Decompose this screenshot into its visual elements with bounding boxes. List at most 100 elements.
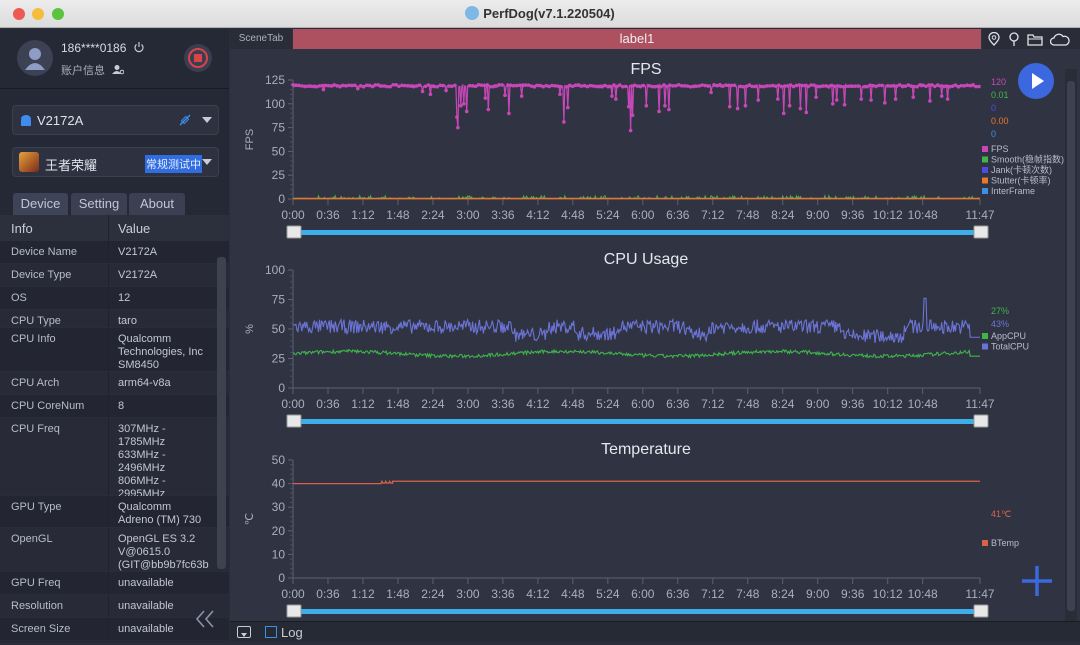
log-checkbox[interactable] (265, 626, 277, 638)
legend-label: BTemp (991, 538, 1019, 548)
x-tick-label: 2:24 (421, 208, 445, 222)
account-panel: 186****0186 账户信息 (0, 29, 229, 89)
fps-point (787, 103, 792, 108)
slider-handle-left[interactable] (286, 225, 302, 239)
fps-point (856, 84, 861, 88)
chevron-down-icon (202, 117, 212, 123)
fps-point (455, 115, 459, 119)
x-tick-label: 4:12 (526, 397, 550, 411)
sidebar: 186****0186 账户信息 V2172A 王者荣耀 常规测试中 Devic… (0, 29, 229, 642)
y-tick-label: 50 (272, 144, 286, 158)
time-range-slider (297, 609, 980, 614)
current-value: 0.00 (991, 116, 1009, 126)
y-tick-label: 0 (278, 192, 285, 206)
x-tick-label: 6:36 (666, 208, 690, 222)
fps-point (834, 98, 839, 102)
header-value: Value (118, 221, 151, 236)
legend-label: TotalCPU (991, 342, 1029, 352)
fps-point (915, 84, 919, 89)
y-axis-label: % (244, 324, 256, 334)
fps-point (753, 84, 758, 89)
x-tick-label: 3:36 (491, 397, 515, 411)
column-divider (108, 418, 109, 495)
table-row: OS 12 (0, 287, 229, 310)
x-tick-label: 7:48 (736, 587, 760, 601)
app-select[interactable]: 王者荣耀 常规测试中 (12, 147, 219, 177)
fps-point (880, 83, 884, 88)
slider-handle-right[interactable] (973, 225, 989, 239)
fps-point (641, 83, 646, 88)
chart-title: Temperature (601, 441, 691, 458)
current-value: 41℃ (991, 509, 1011, 519)
tab-about[interactable]: About (129, 193, 185, 215)
fps-point (503, 93, 507, 98)
device-select-value: V2172A (37, 113, 84, 128)
chevron-down-icon (241, 633, 247, 637)
x-tick-label: 3:36 (491, 208, 515, 222)
fps-point (709, 90, 713, 95)
user-avatar-icon (25, 48, 45, 70)
sidebar-scrollbar[interactable] (217, 257, 226, 569)
column-divider (108, 241, 109, 263)
slider-handle-left[interactable] (286, 604, 302, 618)
fps-point (559, 84, 563, 89)
slider-handle-right[interactable] (973, 414, 989, 428)
power-icon[interactable] (133, 41, 145, 53)
play-button[interactable] (1018, 63, 1054, 99)
scrollbar-thumb[interactable] (1067, 81, 1075, 611)
fps-point (486, 107, 491, 112)
account-phone: 186****0186 (61, 41, 145, 55)
fps-point (977, 84, 981, 89)
window-title: PerfDog(v7.1.220504) (0, 6, 1080, 21)
current-value: 120 (991, 77, 1006, 87)
x-tick-label: 2:24 (421, 587, 445, 601)
current-value: 0 (991, 103, 996, 113)
x-tick-label: 7:48 (736, 397, 760, 411)
fps-point (776, 97, 780, 101)
header-info: Info (11, 221, 33, 236)
y-tick-label: 25 (272, 168, 286, 182)
table-row: Device Type V2172A (0, 264, 229, 287)
column-divider (108, 215, 109, 241)
fps-point (459, 103, 463, 108)
info-key: CPU Arch (11, 377, 60, 389)
main-scrollbar[interactable] (1065, 69, 1077, 629)
main-panel: SceneTab label1 FPS 0 25 50 75 100 125 FPS 0:00 0… (230, 29, 1080, 642)
collapse-sidebar-icon[interactable] (194, 609, 216, 629)
fps-point (667, 107, 671, 112)
slider-handle-left[interactable] (286, 414, 302, 428)
chart-title: CPU Usage (604, 251, 689, 268)
x-tick-label: 10:48 (908, 208, 938, 222)
slider-handle-right[interactable] (973, 604, 989, 618)
fps-point (859, 97, 864, 101)
fps-point (626, 104, 631, 109)
stop-test-button[interactable] (184, 44, 212, 72)
info-value: unavailable (118, 600, 174, 612)
fps-point (566, 105, 570, 110)
add-chart-icon[interactable] (1020, 564, 1054, 598)
info-value: V2172A (118, 246, 158, 258)
expand-panel-button[interactable] (237, 626, 251, 638)
account-info-link[interactable]: 账户信息 (61, 62, 125, 78)
app-icon (19, 152, 39, 172)
user-settings-icon (112, 65, 125, 75)
app-select-value: 王者荣耀 (45, 158, 98, 173)
fps-point (519, 94, 524, 98)
window-title-text: PerfDog(v7.1.220504) (483, 6, 615, 21)
column-divider (108, 572, 109, 594)
tab-device[interactable]: Device (13, 193, 68, 215)
fps-point (456, 125, 460, 130)
stop-icon (188, 48, 208, 68)
perfdog-logo-icon (465, 6, 480, 20)
legend-label: InterFrame (991, 186, 1035, 196)
fps-point (911, 95, 916, 99)
fps-point (657, 109, 661, 114)
test-status-badge: 常规测试中 (145, 155, 202, 173)
x-tick-label: 1:12 (351, 397, 375, 411)
tab-setting[interactable]: Setting (71, 193, 127, 215)
device-select[interactable]: V2172A (12, 105, 219, 135)
chevron-down-icon (202, 159, 212, 165)
x-tick-label: 9:00 (806, 587, 830, 601)
x-tick-label: 7:12 (701, 208, 725, 222)
avatar[interactable] (17, 40, 53, 76)
